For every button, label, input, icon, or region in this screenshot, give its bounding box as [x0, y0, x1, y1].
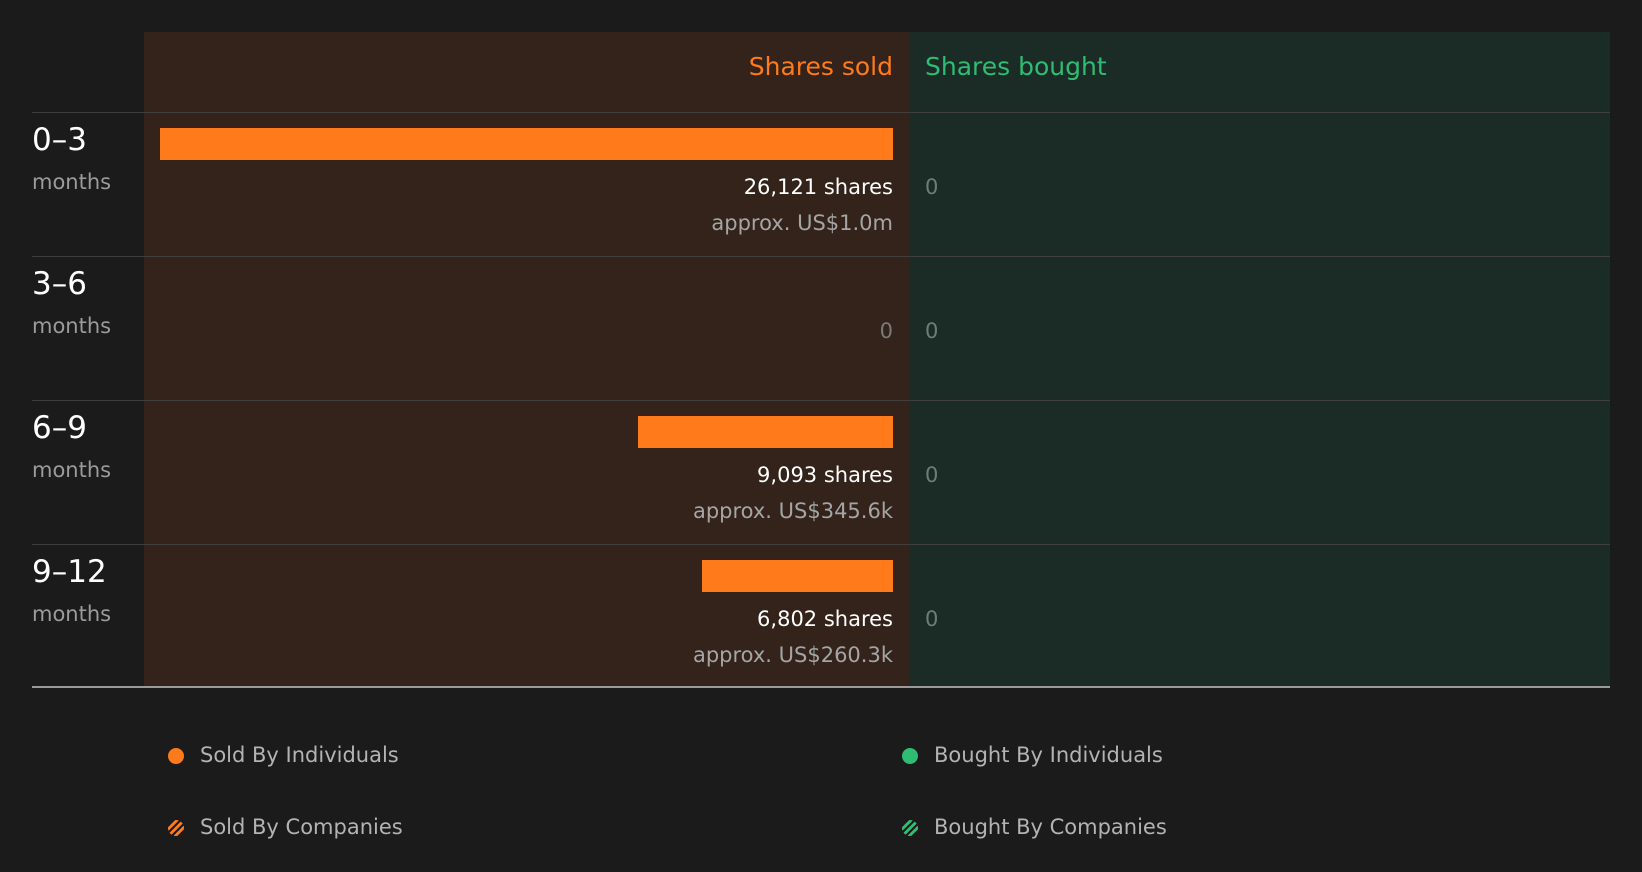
chart-baseline — [32, 686, 1610, 688]
hatched-orange-dot-icon — [168, 820, 184, 836]
legend-label: Bought By Individuals — [934, 743, 1163, 767]
insider-trading-chart: Shares sold Shares bought 0–3 months 26,12… — [0, 0, 1642, 872]
shares-sold-label: 0 — [879, 319, 893, 343]
shares-sold-value-label: approx. US$1.0m — [711, 211, 893, 235]
legend-label: Sold By Companies — [200, 815, 403, 839]
shares-sold-header: Shares sold — [748, 52, 893, 81]
shares-sold-label: 6,802 shares — [757, 607, 893, 631]
period-unit-label: months — [32, 602, 112, 626]
shares-sold-label: 9,093 shares — [757, 463, 893, 487]
solid-green-dot-icon — [902, 748, 918, 764]
shares-bought-label: 0 — [925, 319, 939, 343]
period-unit-label: months — [32, 314, 112, 338]
shares-bought-label: 0 — [925, 607, 939, 631]
period-range-label: 3–6 — [32, 266, 87, 302]
legend-label: Sold By Individuals — [200, 743, 399, 767]
shares-sold-bar — [638, 416, 893, 448]
shares-sold-bar — [160, 128, 893, 160]
period-unit-label: months — [32, 458, 112, 482]
shares-bought-label: 0 — [925, 463, 939, 487]
period-row: 3–6 months 0 0 — [0, 256, 1642, 400]
shares-sold-value-label: approx. US$260.3k — [692, 643, 893, 667]
period-row: 9–12 months 6,802 shares approx. US$260.3k 0 — [0, 544, 1642, 688]
period-range-label: 9–12 — [32, 554, 107, 590]
shares-bought-header: Shares bought — [925, 52, 1107, 81]
period-unit-label: months — [32, 170, 112, 194]
shares-sold-value-label: approx. US$345.6k — [692, 499, 893, 523]
period-range-label: 0–3 — [32, 122, 87, 158]
period-row: 0–3 months 26,121 shares approx. US$1.0m 0 — [0, 112, 1642, 256]
hatched-green-dot-icon — [902, 820, 918, 836]
shares-sold-label: 26,121 shares — [743, 175, 893, 199]
legend-label: Bought By Companies — [934, 815, 1167, 839]
period-row: 6–9 months 9,093 shares approx. US$345.6k 0 — [0, 400, 1642, 544]
period-range-label: 6–9 — [32, 410, 87, 446]
shares-sold-bar — [702, 560, 893, 592]
shares-bought-label: 0 — [925, 175, 939, 199]
solid-orange-dot-icon — [168, 748, 184, 764]
